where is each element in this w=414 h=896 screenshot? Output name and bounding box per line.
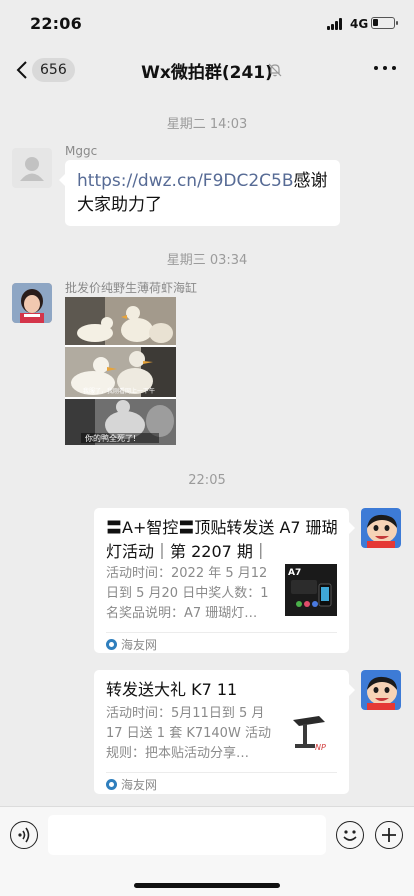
- nav-bar: 656 Wx微拍群(241): [0, 48, 414, 92]
- card-thumb-label: A7: [288, 568, 301, 578]
- voice-icon[interactable]: [10, 821, 38, 849]
- card-thumbnail: A7: [285, 564, 337, 616]
- card-source: 海友网: [106, 636, 157, 653]
- card-thumb-label: NP: [315, 743, 326, 752]
- card-source: 海友网: [106, 776, 157, 793]
- chat-title: Wx微拍群(241): [141, 63, 273, 83]
- link-card[interactable]: 〓A+智控〓顶贴转发送 A7 珊瑚灯活动｜第 2207 期｜ 活动时间：2022…: [94, 508, 355, 653]
- meme-caption-top: 我服了，我刚看网上一下午: [83, 387, 155, 395]
- input-bar: [0, 806, 414, 896]
- meme-image[interactable]: 我服了，我刚看网上一下午 你的鸭全死了!: [65, 297, 176, 445]
- message-bubble[interactable]: https://dwz.cn/F9DC2C5B感谢大家助力了: [59, 160, 340, 226]
- source-icon: [106, 639, 117, 650]
- source-icon: [106, 779, 117, 790]
- status-bar: 22:06 4G: [0, 0, 414, 48]
- avatar[interactable]: [12, 283, 52, 323]
- message-input[interactable]: [48, 815, 326, 855]
- avatar[interactable]: [12, 148, 52, 188]
- home-indicator: [134, 883, 280, 888]
- card-title: 〓A+智控〓顶贴转发送 A7 珊瑚灯活动｜第 2207 期｜: [106, 518, 338, 561]
- status-time: 22:06: [30, 14, 82, 33]
- card-thumbnail: NP: [285, 706, 337, 758]
- card-divider: [106, 632, 337, 633]
- timestamp: 星期三 03:34: [166, 253, 248, 268]
- mute-icon: [268, 62, 282, 77]
- emoji-icon[interactable]: [336, 821, 364, 849]
- network-label: 4G: [350, 17, 369, 31]
- self-avatar[interactable]: [361, 508, 401, 548]
- meme-caption-bottom: 你的鸭全死了!: [85, 433, 136, 443]
- timestamp: 星期二 14:03: [166, 117, 248, 132]
- card-description: 活动时间：5月11日到 5 月17 日送 1 套 K7140W 活动规则：把本贴…: [106, 706, 271, 761]
- battery-fill: [373, 19, 378, 26]
- sender-name: 批发价纯野生薄荷虾海缸: [65, 281, 198, 295]
- timestamp: 22:05: [188, 473, 226, 488]
- battery-icon: [371, 17, 398, 29]
- self-avatar[interactable]: [361, 670, 401, 710]
- signal-icon: [327, 18, 345, 30]
- card-description: 活动时间：2022 年 5 月12 日到 5 月20 日中奖人数：1 名奖品说明…: [106, 566, 269, 621]
- sender-name: Mggc: [65, 144, 98, 158]
- plus-icon[interactable]: [375, 821, 403, 849]
- message-link[interactable]: https://dwz.cn/F9DC2C5B: [77, 171, 294, 191]
- link-card[interactable]: 转发送大礼 K7 11 活动时间：5月11日到 5 月17 日送 1 套 K71…: [94, 670, 355, 794]
- card-divider: [106, 772, 337, 773]
- more-icon[interactable]: [374, 66, 396, 72]
- card-title: 转发送大礼 K7 11: [106, 680, 238, 699]
